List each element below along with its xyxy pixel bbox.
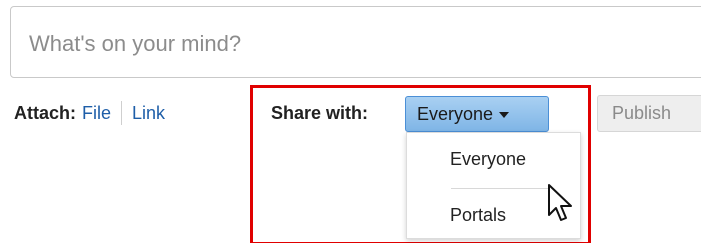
- attach-file-link[interactable]: File: [82, 103, 111, 124]
- status-input[interactable]: What's on your mind?: [10, 6, 701, 78]
- post-composer: What's on your mind? Attach: File Link S…: [0, 0, 701, 243]
- mouse-pointer-icon: [548, 184, 572, 221]
- publish-label: Publish: [612, 103, 672, 123]
- attach-link-link[interactable]: Link: [132, 103, 165, 124]
- share-with-dropdown-button[interactable]: Everyone: [405, 96, 549, 132]
- status-placeholder: What's on your mind?: [29, 31, 242, 56]
- dropdown-divider: [451, 188, 552, 189]
- attach-divider: [121, 101, 123, 125]
- attach-row: Attach: File Link: [14, 100, 165, 126]
- attach-label: Attach:: [14, 102, 76, 123]
- share-selected-value: Everyone: [417, 103, 494, 124]
- publish-button[interactable]: Publish: [597, 95, 701, 132]
- chevron-down-icon: [499, 112, 510, 118]
- share-with-label: Share with:: [271, 103, 369, 123]
- share-option-everyone[interactable]: Everyone: [407, 149, 580, 170]
